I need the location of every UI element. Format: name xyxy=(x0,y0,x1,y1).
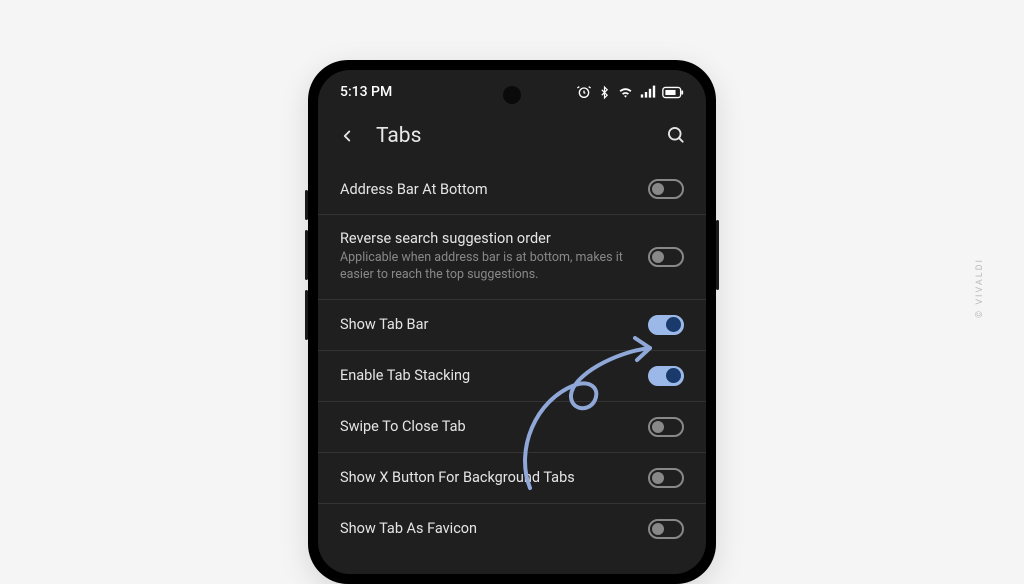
toggle-show-tab-bar[interactable] xyxy=(648,315,684,335)
setting-swipe-close-tab[interactable]: Swipe To Close Tab xyxy=(318,402,706,453)
setting-address-bar-bottom[interactable]: Address Bar At Bottom xyxy=(318,164,706,215)
setting-label: Swipe To Close Tab xyxy=(340,418,636,435)
watermark-text: © VIVALDI xyxy=(975,258,985,318)
signal-icon xyxy=(640,85,656,99)
setting-text: Show Tab As Favicon xyxy=(340,520,648,537)
chevron-left-icon xyxy=(338,127,356,145)
toggle-show-x-background[interactable] xyxy=(648,468,684,488)
toggle-knob xyxy=(666,317,681,332)
toggle-knob xyxy=(666,368,681,383)
battery-icon xyxy=(662,86,684,99)
power-button xyxy=(716,220,719,290)
setting-text: Show X Button For Background Tabs xyxy=(340,469,648,486)
setting-text: Enable Tab Stacking xyxy=(340,367,648,384)
search-icon xyxy=(666,125,686,145)
toggle-knob xyxy=(652,472,664,484)
setting-description: Applicable when address bar is at bottom… xyxy=(340,250,636,284)
setting-label: Address Bar At Bottom xyxy=(340,181,636,198)
setting-text: Address Bar At Bottom xyxy=(340,181,648,198)
toggle-knob xyxy=(652,183,664,195)
wifi-icon xyxy=(617,85,634,99)
volume-down-button xyxy=(305,230,308,280)
volume-up-button xyxy=(305,190,308,220)
setting-label: Show X Button For Background Tabs xyxy=(340,469,636,486)
phone-frame: 5:13 PM xyxy=(308,60,716,584)
settings-list: Address Bar At Bottom Reverse search sug… xyxy=(318,164,706,574)
toggle-knob xyxy=(652,421,664,433)
back-button[interactable] xyxy=(336,125,358,147)
setting-label: Reverse search suggestion order xyxy=(340,230,636,247)
toggle-enable-tab-stacking[interactable] xyxy=(648,366,684,386)
front-camera xyxy=(503,86,521,104)
status-time: 5:13 PM xyxy=(340,84,392,100)
page-header: Tabs xyxy=(318,110,706,164)
setting-show-tab-bar[interactable]: Show Tab Bar xyxy=(318,300,706,351)
toggle-knob xyxy=(652,251,664,263)
bluetooth-icon xyxy=(598,85,611,100)
search-button[interactable] xyxy=(666,125,688,147)
page-title: Tabs xyxy=(376,124,666,148)
setting-show-x-background[interactable]: Show X Button For Background Tabs xyxy=(318,453,706,504)
toggle-knob xyxy=(652,523,664,535)
setting-reverse-suggestion[interactable]: Reverse search suggestion order Applicab… xyxy=(318,215,706,300)
setting-text: Reverse search suggestion order Applicab… xyxy=(340,230,648,284)
setting-show-tab-favicon[interactable]: Show Tab As Favicon xyxy=(318,504,706,554)
toggle-reverse-suggestion[interactable] xyxy=(648,247,684,267)
setting-label: Show Tab Bar xyxy=(340,316,636,333)
setting-enable-tab-stacking[interactable]: Enable Tab Stacking xyxy=(318,351,706,402)
alarm-icon xyxy=(576,84,592,100)
setting-text: Swipe To Close Tab xyxy=(340,418,648,435)
phone-screen: 5:13 PM xyxy=(318,70,706,574)
setting-text: Show Tab Bar xyxy=(340,316,648,333)
setting-label: Enable Tab Stacking xyxy=(340,367,636,384)
side-button xyxy=(305,290,308,340)
setting-label: Show Tab As Favicon xyxy=(340,520,636,537)
toggle-show-tab-favicon[interactable] xyxy=(648,519,684,539)
toggle-address-bar-bottom[interactable] xyxy=(648,179,684,199)
status-icons xyxy=(576,84,684,100)
toggle-swipe-close-tab[interactable] xyxy=(648,417,684,437)
